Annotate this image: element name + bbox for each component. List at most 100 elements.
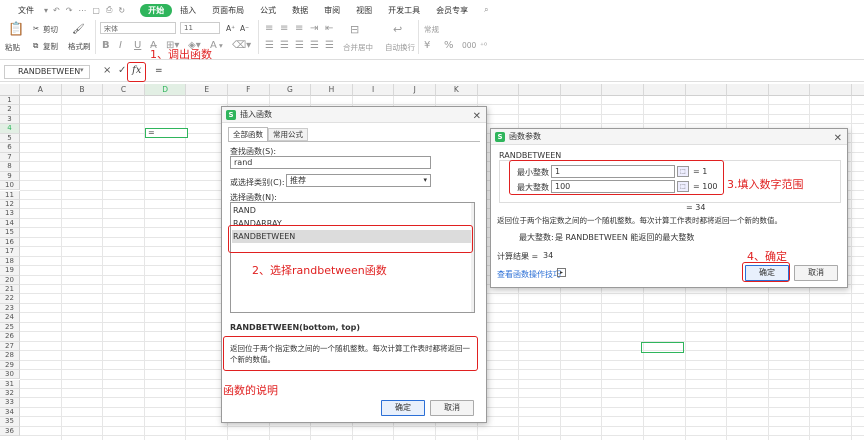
tab-view[interactable]: 视图 — [348, 5, 380, 16]
row-header[interactable]: 24 — [0, 313, 20, 323]
close-icon[interactable]: ✕ — [473, 109, 481, 125]
column-header[interactable]: H — [311, 84, 353, 96]
redo-icon[interactable]: ↷ — [63, 6, 76, 15]
tab-insert[interactable]: 插入 — [172, 5, 204, 16]
column-header[interactable] — [602, 84, 644, 96]
row-header[interactable]: 1 — [0, 96, 20, 106]
save-icon[interactable]: ▢ — [89, 6, 103, 15]
cut-button[interactable]: 剪切 — [43, 24, 58, 35]
paste-icon[interactable]: 📋 — [8, 22, 24, 37]
cancel-button[interactable]: 取消 — [794, 265, 838, 281]
row-header[interactable]: 26 — [0, 332, 20, 342]
tab-formulas[interactable]: 公式 — [252, 5, 284, 16]
column-header[interactable] — [519, 84, 561, 96]
column-header[interactable]: B — [61, 84, 104, 96]
column-header[interactable]: J — [394, 84, 436, 96]
row-header[interactable]: 22 — [0, 294, 20, 304]
bold-button[interactable]: B — [102, 40, 110, 51]
tab-home[interactable]: 开始 — [140, 3, 173, 17]
category-select[interactable]: 推荐 ▾ — [286, 174, 431, 187]
thousands-button[interactable]: 000 — [462, 41, 476, 50]
row-header[interactable]: 18 — [0, 256, 20, 267]
align-bottom-icon[interactable]: ≡ — [295, 23, 303, 34]
row-header[interactable]: 16 — [0, 237, 20, 248]
column-header[interactable]: D — [144, 84, 187, 96]
row-header[interactable]: 19 — [0, 266, 20, 276]
chevron-down-icon[interactable]: ▾ — [80, 66, 84, 74]
font-size-select[interactable]: 11 — [180, 22, 220, 34]
font-name-select[interactable]: 宋体 — [100, 22, 176, 34]
align-right-icon[interactable]: ☰ — [295, 40, 304, 51]
cancel-formula-button[interactable]: × — [103, 65, 111, 76]
row-header[interactable]: 8 — [0, 162, 20, 172]
select-all-corner[interactable] — [0, 84, 20, 96]
format-painter-button[interactable]: 格式刷 — [68, 41, 91, 52]
more-icon[interactable]: ⋯ — [75, 6, 89, 15]
column-header[interactable] — [727, 84, 769, 96]
row-header[interactable]: 2 — [0, 105, 20, 115]
indent-icon[interactable]: ⇥ — [310, 23, 318, 34]
row-header[interactable]: 29 — [0, 360, 20, 371]
column-header[interactable]: G — [269, 84, 312, 96]
column-header[interactable]: A — [20, 84, 62, 96]
column-header[interactable] — [810, 84, 852, 96]
selected-cell[interactable] — [641, 342, 684, 353]
row-header[interactable]: 7 — [0, 152, 20, 163]
row-header[interactable]: 36 — [0, 426, 20, 437]
column-header[interactable]: E — [186, 84, 228, 96]
print-icon[interactable]: ⎙ — [103, 5, 115, 15]
confirm-formula-button[interactable]: ✓ — [118, 65, 126, 76]
tab-data[interactable]: 数据 — [284, 5, 316, 16]
function-search-input[interactable]: rand — [230, 156, 431, 169]
row-header[interactable]: 4 — [0, 124, 20, 134]
row-header[interactable]: 14 — [0, 218, 20, 229]
tab-developer[interactable]: 开发工具 — [380, 5, 428, 16]
row-header[interactable]: 5 — [0, 133, 20, 144]
paste-button[interactable]: 粘贴 — [5, 42, 20, 53]
justify-icon[interactable]: ☰ — [310, 40, 319, 51]
row-header[interactable]: 10 — [0, 181, 20, 191]
number-format-select[interactable]: 常规 — [424, 24, 439, 35]
align-top-icon[interactable]: ≡ — [265, 23, 273, 34]
row-header[interactable]: 34 — [0, 407, 20, 418]
tab-all-functions[interactable]: 全部函数 — [228, 127, 268, 141]
eraser-icon[interactable]: ⌫▾ — [232, 40, 251, 51]
cancel-button[interactable]: 取消 — [430, 400, 474, 416]
row-header[interactable]: 13 — [0, 209, 20, 219]
row-header[interactable]: 11 — [0, 190, 20, 200]
column-header[interactable]: I — [352, 84, 395, 96]
italic-button[interactable]: I — [119, 40, 122, 51]
distribute-icon[interactable]: ☰ — [325, 40, 334, 51]
formula-input[interactable]: = — [155, 66, 163, 76]
row-header[interactable]: 27 — [0, 341, 20, 352]
tips-link[interactable]: 查看函数操作技巧 — [497, 269, 561, 280]
increase-font-icon[interactable]: A⁺ — [226, 24, 235, 33]
align-middle-icon[interactable]: ≡ — [280, 23, 288, 34]
chevron-down-icon[interactable]: ▾ — [42, 6, 50, 15]
scrollbar[interactable] — [471, 203, 474, 312]
row-header[interactable]: 15 — [0, 228, 20, 238]
row-header[interactable]: 28 — [0, 351, 20, 361]
row-header[interactable]: 17 — [0, 247, 20, 257]
menu-file[interactable]: 文件 — [10, 5, 42, 16]
tips-icon[interactable]: ▸ — [557, 268, 566, 277]
ok-button[interactable]: 确定 — [381, 400, 425, 416]
active-cell[interactable]: = — [145, 128, 188, 138]
column-header[interactable]: F — [228, 84, 270, 96]
percent-button[interactable]: % — [444, 40, 454, 51]
underline-button[interactable]: U — [134, 40, 141, 51]
function-list[interactable]: RAND RANDARRAY RANDBETWEEN — [230, 202, 475, 313]
row-header[interactable]: 9 — [0, 171, 20, 182]
row-header[interactable]: 12 — [0, 199, 20, 210]
name-box[interactable]: RANDBETWEEN — [4, 65, 90, 79]
row-header[interactable]: 30 — [0, 370, 20, 380]
row-header[interactable]: 31 — [0, 379, 20, 389]
chevron-down-icon[interactable]: ▾ — [219, 41, 223, 50]
row-header[interactable]: 25 — [0, 322, 20, 333]
row-header[interactable]: 21 — [0, 285, 20, 295]
align-center-icon[interactable]: ☰ — [280, 40, 289, 51]
row-header[interactable]: 3 — [0, 114, 20, 125]
list-item[interactable]: RAND — [233, 206, 256, 215]
align-left-icon[interactable]: ☰ — [265, 40, 274, 51]
row-header[interactable]: 6 — [0, 143, 20, 153]
